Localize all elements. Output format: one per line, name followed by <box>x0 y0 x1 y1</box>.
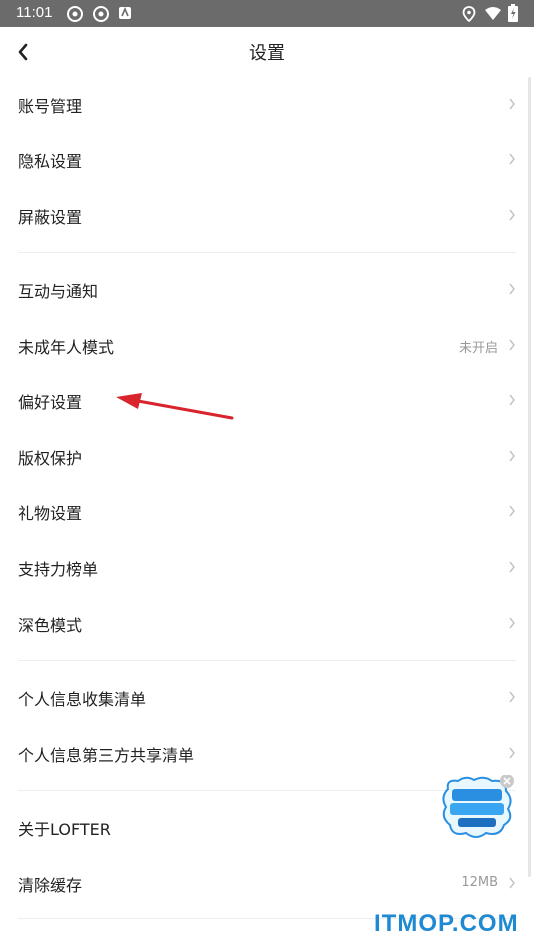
settings-row-dark-mode[interactable]: 深色模式 <box>0 596 534 651</box>
status-bar: 11:01 <box>0 0 534 27</box>
battery-icon <box>508 4 518 22</box>
row-label: 版权保护 <box>18 449 83 468</box>
row-label: 偏好设置 <box>18 393 83 412</box>
group-divider <box>18 660 516 661</box>
row-label: 个人信息收集清单 <box>18 690 147 709</box>
top-app-bar: 设置 <box>0 27 534 77</box>
chevron-right-icon <box>509 691 515 703</box>
row-label: 关于LOFTER <box>18 820 111 839</box>
settings-row-privacy[interactable]: 隐私设置 <box>0 132 534 187</box>
chevron-right-icon <box>509 561 515 573</box>
row-label: 隐私设置 <box>18 152 83 171</box>
row-label: 账号管理 <box>18 97 83 116</box>
row-label: 屏蔽设置 <box>18 208 83 227</box>
settings-row-gifts[interactable]: 礼物设置 <box>0 484 534 539</box>
wifi-icon <box>485 7 501 20</box>
notification-icon <box>67 6 83 22</box>
chevron-right-icon <box>509 505 515 517</box>
group-divider <box>18 252 516 253</box>
settings-row-third-party-sharing[interactable]: 个人信息第三方共享清单 <box>0 726 534 781</box>
row-label: 清除缓存 <box>18 876 83 895</box>
chevron-right-icon <box>509 617 515 629</box>
chevron-right-icon <box>509 153 515 165</box>
row-label: 个人信息第三方共享清单 <box>18 746 195 765</box>
page-title: 设置 <box>249 43 285 64</box>
chevron-right-icon <box>509 98 515 110</box>
row-label: 未成年人模式 <box>18 338 115 357</box>
settings-row-support-ranking[interactable]: 支持力榜单 <box>0 540 534 595</box>
chevron-right-icon <box>509 877 515 889</box>
chevron-right-icon <box>509 747 515 759</box>
row-value: 12MB <box>461 875 498 890</box>
settings-row-minor-mode[interactable]: 未成年人模式 未开启 <box>0 318 534 373</box>
app-notification-icon <box>119 6 131 19</box>
settings-row-block[interactable]: 屏蔽设置 <box>0 188 534 243</box>
settings-row-clear-cache[interactable]: 清除缓存 12MB <box>0 856 534 911</box>
settings-row-notifications[interactable]: 互动与通知 <box>0 262 534 317</box>
status-time: 11:01 <box>16 4 53 21</box>
chevron-right-icon <box>509 394 515 406</box>
row-label: 支持力榜单 <box>18 560 99 579</box>
row-label: 互动与通知 <box>18 282 99 301</box>
settings-row-personal-info-list[interactable]: 个人信息收集清单 <box>0 670 534 725</box>
settings-row-account[interactable]: 账号管理 <box>0 77 534 132</box>
chevron-right-icon <box>509 339 515 351</box>
floating-promo-badge[interactable] <box>440 774 520 845</box>
chevron-right-icon <box>509 450 515 462</box>
row-label: 礼物设置 <box>18 504 83 523</box>
row-label: 深色模式 <box>18 616 83 635</box>
settings-row-preferences[interactable]: 偏好设置 <box>0 373 534 428</box>
location-icon <box>462 6 476 22</box>
chevron-right-icon <box>509 209 515 221</box>
settings-row-copyright[interactable]: 版权保护 <box>0 429 534 484</box>
notification-icon <box>93 6 109 22</box>
comic-contest-badge-image <box>442 774 514 838</box>
chevron-right-icon <box>509 283 515 295</box>
row-value: 未开启 <box>458 341 498 356</box>
watermark-text: ITMOP.COM <box>374 910 519 937</box>
